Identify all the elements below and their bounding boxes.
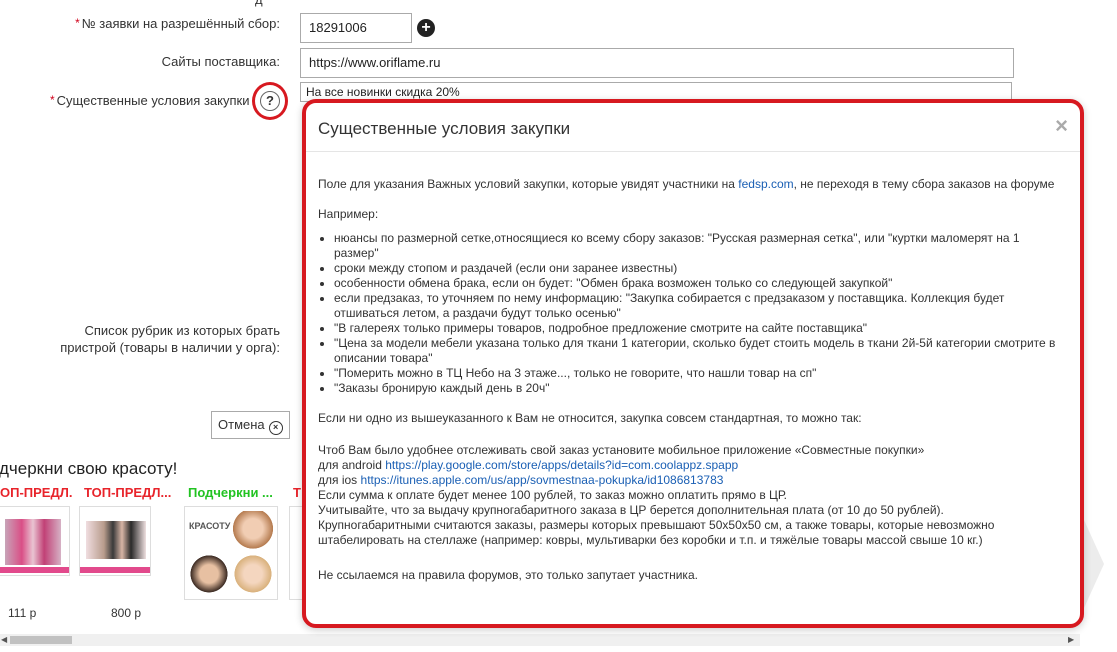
rubrics-label: Список рубрик из которых брать пристрой … <box>60 322 280 356</box>
scroll-left-icon[interactable]: ◀ <box>1 635 7 644</box>
help-highlight-circle <box>252 82 288 120</box>
conditions-label: * Существенные условия закупки <box>50 93 249 108</box>
android-line: для android https://play.google.com/stor… <box>318 458 1058 473</box>
android-link[interactable]: https://play.google.com/store/apps/detai… <box>385 458 738 472</box>
thumb-image-3c <box>233 555 273 597</box>
gallery-item-title[interactable]: Т <box>293 485 302 500</box>
intro-text: Поле для указания Важных условий закупки… <box>318 177 739 191</box>
fedsp-link[interactable]: fedsp.com <box>738 177 793 191</box>
fee-line: Учитывайте, что за выдачу крупногабаритн… <box>318 503 944 517</box>
required-mark-2: * <box>50 93 55 107</box>
android-label: для android <box>318 458 386 472</box>
list-item: "Цена за модели мебели указана только дл… <box>334 336 1058 366</box>
close-icon[interactable]: × <box>1055 113 1068 139</box>
request-number-label: * № заявки на разрешённый сбор: <box>75 16 280 31</box>
gallery-item-price: 111 р <box>8 606 37 620</box>
example-heading: Например: <box>318 207 379 221</box>
request-number-input[interactable]: 18291006 <box>300 13 412 43</box>
supplier-sites-input[interactable]: https://www.oriflame.ru <box>300 48 1014 78</box>
scroll-thumb[interactable] <box>10 636 72 644</box>
thumb-image-3b <box>189 555 229 597</box>
ios-link[interactable]: https://itunes.apple.com/us/app/sovmestn… <box>361 473 724 487</box>
gallery-thumbnail[interactable] <box>79 506 151 576</box>
thumb-3-caption: КРАСОТУ <box>189 521 231 531</box>
modal-footer-text: Не ссылаемся на правила форумов, это тол… <box>318 568 698 582</box>
sum-line: Если сумма к оплате будет менее 100 рубл… <box>318 488 787 502</box>
cancel-button[interactable]: Отмена × <box>211 411 290 439</box>
conditions-value: На все новинки скидка 20% <box>306 85 460 99</box>
gallery-item-title[interactable]: Подчеркни ... <box>188 485 280 500</box>
top-partial-text: д <box>255 0 263 7</box>
gallery-thumbnail[interactable] <box>0 506 70 576</box>
modal-title: Существенные условия закупки <box>318 119 571 138</box>
rubrics-label-line2: пристрой (товары в наличии у орга): <box>60 340 280 355</box>
rubrics-label-line1: Список рубрик из которых брать <box>84 323 280 338</box>
horizontal-scrollbar[interactable]: ◀ ▶ <box>0 634 1080 646</box>
gallery-item-price: 800 р <box>111 606 142 620</box>
request-number-value: 18291006 <box>309 20 367 35</box>
oversize-line: Крупногабаритными считаются заказы, разм… <box>318 518 995 547</box>
gallery-next-arrow[interactable] <box>1084 520 1104 608</box>
intro-text-end: , не переходя в тему сбора заказов на фо… <box>793 177 1055 191</box>
plus-icon: + <box>421 19 431 36</box>
gallery-title: дчеркни свою красоту! <box>0 459 178 478</box>
thumb-image-1-bar <box>0 567 69 573</box>
ios-line: для ios https://itunes.apple.com/us/app/… <box>318 473 1058 488</box>
thumb-image-1 <box>5 519 61 565</box>
list-item: "В галереях только примеры товаров, подр… <box>334 321 1058 336</box>
gallery-item-title[interactable]: ТОП-ПРЕДЛ... <box>84 485 176 500</box>
list-item: "Заказы бронирую каждый день в 20ч" <box>334 381 1058 396</box>
list-item: "Померить можно в ТЦ Небо на 3 этаже...,… <box>334 366 1058 381</box>
gallery-thumbnail[interactable]: КРАСОТУ <box>184 506 278 600</box>
list-item: нюансы по размерной сетке,относящиеся ко… <box>334 231 1058 261</box>
thumb-image-2 <box>86 521 146 559</box>
list-item: если предзаказ, то уточняем по нему инфо… <box>334 291 1058 321</box>
app-line: Чтоб Вам было удобнее отслеживать свой з… <box>318 443 925 457</box>
scroll-right-icon[interactable]: ▶ <box>1068 635 1074 644</box>
list-item: сроки между стопом и раздачей (если они … <box>334 261 1058 276</box>
standard-text: Если ни одно из вышеуказанного к Вам не … <box>318 411 862 425</box>
supplier-sites-label: Сайты поставщика: <box>161 54 280 69</box>
request-number-label-text: № заявки на разрешённый сбор: <box>81 16 280 31</box>
cancel-icon: × <box>268 421 283 435</box>
conditions-label-text: Существенные условия закупки <box>56 93 250 108</box>
conditions-help-modal: Существенные условия закупки × Поле для … <box>302 99 1084 628</box>
modal-divider <box>306 151 1080 152</box>
cancel-button-label: Отмена <box>218 417 265 432</box>
gallery-thumbnail[interactable] <box>289 506 303 600</box>
modal-intro: Поле для указания Важных условий закупки… <box>318 177 1058 192</box>
thumb-image-2-bar <box>80 567 150 573</box>
ios-label: для ios <box>318 473 361 487</box>
required-mark: * <box>75 16 80 30</box>
example-list: нюансы по размерной сетке,относящиеся ко… <box>318 231 1058 396</box>
supplier-sites-value: https://www.oriflame.ru <box>309 55 441 70</box>
gallery-item-title[interactable]: ОП-ПРЕДЛ... <box>0 485 72 500</box>
list-item: особенности обмена брака, если он будет:… <box>334 276 1058 291</box>
thumb-image-3a <box>233 511 273 555</box>
add-request-button[interactable]: + <box>417 19 435 37</box>
modal-body: Поле для указания Важных условий закупки… <box>318 177 1058 583</box>
